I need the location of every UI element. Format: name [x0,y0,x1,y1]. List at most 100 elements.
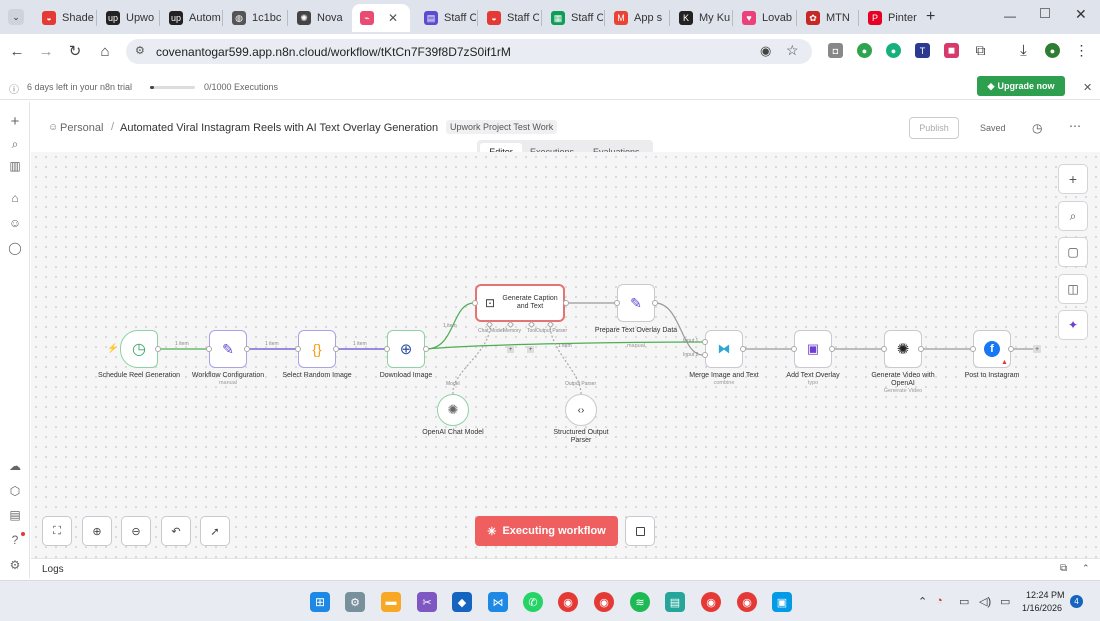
outlook-icon[interactable]: ◆ [452,592,472,612]
browser-menu-icon[interactable]: ⋮ [1074,42,1089,58]
search-nodes-button[interactable]: ⌕ [1058,201,1088,231]
input-port[interactable] [881,346,887,352]
snipping-tool-icon[interactable]: ✂ [417,592,437,612]
output-port[interactable] [244,346,250,352]
vscode-icon[interactable]: ⋈ [488,592,508,612]
add-tool-plus[interactable]: + [527,346,534,353]
add-memory-plus[interactable]: + [507,346,514,353]
chrome-icon[interactable]: ◉ [594,592,614,612]
browser-tab[interactable]: ◒ Shade [34,4,94,32]
ai-assistant-button[interactable]: ✦ [1058,310,1088,340]
expand-icon[interactable]: ⌃ [1082,563,1090,574]
forward-icon[interactable]: → [37,42,55,60]
browser-tab[interactable]: ▦ Staff C [543,4,603,32]
camera-extension-icon[interactable]: ◘ [828,43,843,58]
close-banner-icon[interactable]: ✕ [1083,81,1092,94]
merge-image-text-node[interactable]: ⧓ [705,330,743,368]
browser-tab[interactable]: ⌁ ✕ [352,4,410,32]
logs-panel[interactable]: Logs ⧉ ⌃ [31,558,1100,580]
volume-icon[interactable]: ◁) [979,595,991,608]
output-port[interactable] [333,346,339,352]
input-port[interactable] [472,300,478,306]
stop-button[interactable] [625,516,655,546]
package-icon[interactable]: ⬡ [8,484,22,498]
panel-button[interactable]: ◫ [1058,274,1088,304]
spotify-icon[interactable]: ≋ [630,592,650,612]
reload-icon[interactable]: ↻ [66,42,84,60]
input-port[interactable] [702,352,708,358]
tray-chevron-icon[interactable]: ⌃ [918,595,927,608]
publish-button[interactable]: Publish [909,117,959,139]
site-info-icon[interactable]: ⚙ [135,44,145,57]
bookmark-star-icon[interactable]: ☆ [786,42,799,59]
download-icon[interactable]: ⤓ [1016,42,1031,59]
notification-badge[interactable]: 4 [1070,595,1083,608]
pop-out-icon[interactable]: ⧉ [1060,563,1067,574]
workflow-tag[interactable]: Upwork Project Test Work [446,120,558,134]
browser-tab[interactable]: M App s [606,4,666,32]
chrome-icon[interactable]: ◉ [558,592,578,612]
remote-desktop-icon[interactable]: ▣ [772,592,792,612]
browser-tab[interactable]: ✿ MTN [798,4,858,32]
address-bar[interactable]: ⚙ covenantogar599.app.n8n.cloud/workflow… [126,39,812,64]
tray-display-icon[interactable]: ▭ [959,595,969,608]
history-icon[interactable]: ◷ [1032,121,1042,135]
add-icon[interactable]: + [8,113,22,130]
browser-tab[interactable]: ✺ Nova [289,4,349,32]
download-image-node[interactable]: ⊕ [387,330,425,368]
structured-output-parser-node[interactable]: ‹› [565,394,597,426]
cloud-icon[interactable]: ☁ [8,459,22,473]
back-icon[interactable]: ← [8,42,26,60]
execute-workflow-button[interactable]: ✳ Executing workflow [475,516,618,546]
fit-view-button[interactable]: ⛶ [42,516,72,546]
zoom-out-button[interactable]: ⊖ [121,516,151,546]
file-explorer-icon[interactable]: ▬ [381,592,401,612]
workflow-configuration-node[interactable]: ✎ [209,330,247,368]
output-port[interactable] [918,346,924,352]
add-node-plus[interactable]: + [1033,345,1041,353]
taskbar-time[interactable]: 12:24 PM [1026,590,1065,600]
home-icon[interactable]: ⌂ [8,191,22,205]
extensions-puzzle-icon[interactable]: ⧉ [973,42,988,58]
add-text-overlay-node[interactable]: ▣ [794,330,832,368]
eye-icon[interactable]: ◉ [760,43,771,59]
panel-toggle-icon[interactable]: ▥ [8,159,22,173]
generate-video-node[interactable]: ✺ [884,330,922,368]
upgrade-now-button[interactable]: ◆ Upgrade now [977,76,1065,96]
help-icon[interactable]: ? [8,533,22,547]
input-port[interactable] [295,346,301,352]
taskbar-date[interactable]: 1/16/2026 [1022,603,1062,613]
extension-icon[interactable]: T [915,43,930,58]
user-icon[interactable]: ☺ [8,216,22,230]
extension-icon[interactable]: ● [886,43,901,58]
output-port[interactable] [829,346,835,352]
output-port[interactable] [652,300,658,306]
sticky-note-button[interactable]: ▢ [1058,237,1088,267]
workflow-canvas[interactable]: ◷ ⚡ ✎ {} ⊕ ⊡ Generate Caption and Text ✎… [31,152,1100,558]
input-port[interactable] [614,300,620,306]
browser-tab[interactable]: K My Ku [671,4,731,32]
restore-window-icon[interactable] [1040,8,1050,18]
zoom-in-button[interactable]: ⊕ [82,516,112,546]
input-port[interactable] [791,346,797,352]
tab-search-icon[interactable]: ⌄ [8,9,24,25]
browser-tab[interactable]: ◒ Staff C [479,4,539,32]
select-random-image-node[interactable]: {} [298,330,336,368]
close-window-icon[interactable]: ✕ [1075,6,1087,23]
tray-app-icon[interactable]: ◔ [936,595,943,607]
minimize-window-icon[interactable]: — [1004,9,1016,23]
browser-tab[interactable]: ▤ Staff C [416,4,476,32]
extension-icon[interactable]: ◼ [944,43,959,58]
close-tab-icon[interactable]: ✕ [388,11,398,25]
schedule-trigger-node[interactable]: ◷ [120,330,158,368]
browser-tab[interactable]: ♥ Lovab [734,4,794,32]
chrome-icon[interactable]: ◉ [737,592,757,612]
grammarly-extension-icon[interactable]: ● [857,43,872,58]
more-options-icon[interactable]: ⋯ [1069,119,1081,133]
output-port[interactable] [1008,346,1014,352]
input-port[interactable] [702,339,708,345]
undo-button[interactable]: ↶ [161,516,191,546]
browser-tab[interactable]: ◍ 1c1bc [224,4,284,32]
input-port[interactable] [970,346,976,352]
add-node-button[interactable]: + [1058,164,1088,194]
